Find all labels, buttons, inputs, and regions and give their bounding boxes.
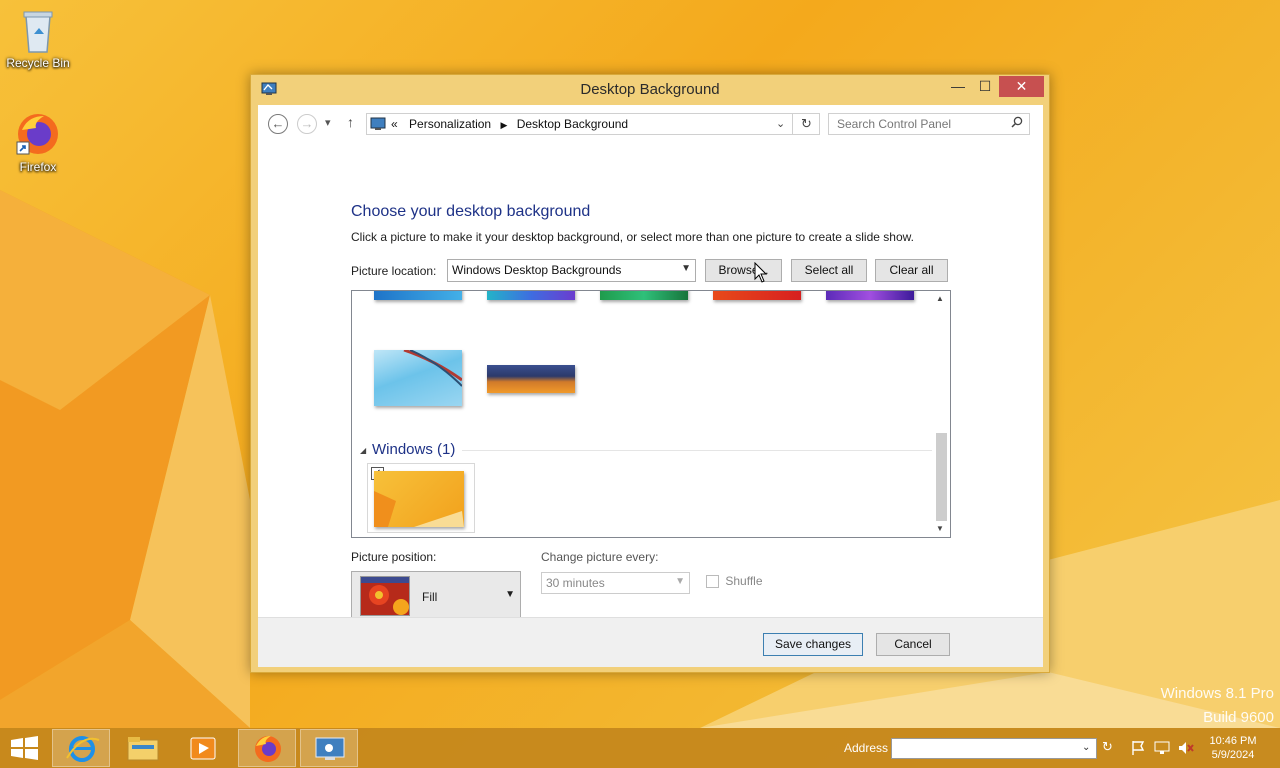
os-watermark-edition: Windows 8.1 Pro <box>1160 685 1274 702</box>
search-placeholder: Search Control Panel <box>837 117 952 131</box>
breadcrumb: « Personalization ▶ Desktop Background <box>391 117 628 131</box>
shuffle-label: Shuffle <box>725 574 763 588</box>
desktop-icon-firefox[interactable]: Firefox <box>2 110 74 174</box>
breadcrumb-separator-icon: ▶ <box>500 120 508 130</box>
scrollbar-thumb[interactable] <box>936 433 947 521</box>
action-center-flag-icon[interactable] <box>1130 740 1146 759</box>
internet-explorer-icon <box>66 736 100 762</box>
close-button[interactable]: ✕ <box>999 76 1044 97</box>
dialog-footer: Save changes Cancel <box>258 617 1043 667</box>
page-description: Click a picture to make it your desktop … <box>351 230 914 244</box>
search-input[interactable]: Search Control Panel <box>828 113 1030 135</box>
scroll-up-icon[interactable]: ▲ <box>936 294 944 303</box>
group-header-windows[interactable]: Windows (1) <box>372 441 455 458</box>
picture-location-value: Windows Desktop Backgrounds <box>452 263 622 277</box>
up-button[interactable]: ↑ <box>347 114 354 130</box>
scroll-down-icon[interactable]: ▼ <box>936 524 944 533</box>
collapse-group-icon[interactable]: ◢ <box>360 446 366 455</box>
address-bar[interactable]: « Personalization ▶ Desktop Background ⌄… <box>366 113 820 135</box>
chevron-down-icon: ▼ <box>505 589 515 600</box>
title-bar[interactable]: Desktop Background — ☐ ✕ <box>251 75 1049 105</box>
recent-locations-button[interactable]: ▾ <box>325 116 331 129</box>
picture-list[interactable]: ◢ Windows (1) ✓ ▲ ▼ <box>351 290 951 538</box>
search-icon[interactable] <box>1011 116 1023 131</box>
back-button[interactable]: ← <box>268 114 288 134</box>
change-picture-value: 30 minutes <box>546 576 605 590</box>
picture-position-dropdown[interactable]: Fill ▼ <box>351 571 521 621</box>
address-dropdown-icon[interactable]: ⌄ <box>776 117 785 130</box>
navigation-bar: ← → ▾ ↑ « Personalization ▶ Desktop Back… <box>258 105 1043 143</box>
cancel-button[interactable]: Cancel <box>876 633 950 656</box>
picture-position-label: Picture position: <box>351 550 437 564</box>
control-panel-icon <box>370 117 386 134</box>
taskbar-media-player[interactable] <box>174 729 232 767</box>
taskbar-control-panel[interactable] <box>300 729 358 767</box>
desktop-background-window: Desktop Background — ☐ ✕ ← → ▾ ↑ « Perso… <box>250 74 1050 673</box>
select-all-button[interactable]: Select all <box>791 259 867 282</box>
shuffle-option[interactable]: Shuffle <box>706 574 763 589</box>
clock-date: 5/9/2024 <box>1211 749 1255 761</box>
picture-position-value: Fill <box>422 590 438 604</box>
window-title: Desktop Background <box>580 81 720 98</box>
window-content: ← → ▾ ↑ « Personalization ▶ Desktop Back… <box>258 105 1043 667</box>
wallpaper-thumbnail[interactable] <box>374 350 462 406</box>
wallpaper-thumbnail[interactable] <box>826 291 914 300</box>
start-button[interactable] <box>0 729 50 767</box>
wallpaper-thumbnail[interactable] <box>713 291 801 300</box>
taskbar-firefox[interactable] <box>238 729 296 767</box>
shuffle-checkbox[interactable] <box>706 575 719 589</box>
vertical-scrollbar[interactable]: ▲ ▼ <box>933 291 950 537</box>
maximize-button[interactable]: ☐ <box>972 76 998 97</box>
os-watermark-build: Build 9600 <box>1203 709 1274 726</box>
change-picture-dropdown[interactable]: 30 minutes ▼ <box>541 572 690 594</box>
clear-all-button[interactable]: Clear all <box>875 259 948 282</box>
wallpaper-thumbnail <box>374 471 464 527</box>
taskbar-internet-explorer[interactable] <box>52 729 110 767</box>
picture-position-preview <box>360 576 410 616</box>
wallpaper-thumbnail[interactable] <box>487 365 575 393</box>
chevron-down-icon[interactable]: ⌄ <box>1082 742 1090 753</box>
recycle-bin-icon <box>14 6 62 54</box>
chevron-down-icon: ▼ <box>675 576 685 587</box>
start-icon <box>11 736 38 760</box>
address-go-icon[interactable]: ↻ <box>1102 739 1113 755</box>
chevron-down-icon: ▼ <box>681 263 691 274</box>
picture-location-label: Picture location: <box>351 264 437 278</box>
breadcrumb-prefix[interactable]: « <box>391 117 398 131</box>
save-changes-button[interactable]: Save changes <box>763 633 863 656</box>
selected-wallpaper-tile[interactable]: ✓ <box>367 463 475 533</box>
taskbar: Address ⌄ ↻ 10:46 PM 5/9/2024 <box>0 728 1280 768</box>
page-title: Choose your desktop background <box>351 203 591 220</box>
speaker-muted-icon[interactable] <box>1178 740 1194 759</box>
control-panel-icon <box>315 737 345 760</box>
breadcrumb-personalization[interactable]: Personalization <box>409 117 491 131</box>
desktop-icon-label: Recycle Bin <box>6 56 70 70</box>
clock-time: 10:46 PM <box>1209 735 1257 747</box>
wallpaper-thumbnail[interactable] <box>487 291 575 300</box>
file-explorer-icon <box>127 737 159 761</box>
address-toolbar-label: Address <box>844 741 889 755</box>
group-divider <box>462 450 932 451</box>
refresh-button[interactable]: ↻ <box>792 114 820 134</box>
picture-location-dropdown[interactable]: Windows Desktop Backgrounds ▼ <box>447 259 696 282</box>
wallpaper-thumbnail[interactable] <box>374 291 462 300</box>
mouse-cursor-icon <box>754 261 768 287</box>
wallpaper-thumbnail[interactable] <box>600 291 688 300</box>
taskbar-file-explorer[interactable] <box>114 729 172 767</box>
address-toolbar-input[interactable]: ⌄ <box>891 738 1097 759</box>
firefox-icon <box>14 110 62 158</box>
minimize-button[interactable]: — <box>945 76 971 97</box>
firefox-icon <box>255 736 281 762</box>
forward-button[interactable]: → <box>297 114 317 134</box>
system-clock[interactable]: 10:46 PM 5/9/2024 <box>1200 734 1266 762</box>
desktop-icon-recycle-bin[interactable]: Recycle Bin <box>2 6 74 70</box>
media-player-icon <box>190 737 216 760</box>
breadcrumb-desktop-background[interactable]: Desktop Background <box>517 117 628 131</box>
network-icon[interactable] <box>1154 740 1170 759</box>
change-picture-label: Change picture every: <box>541 550 659 564</box>
browse-button[interactable]: Browse... <box>705 259 782 282</box>
desktop-icon-label: Firefox <box>19 160 57 174</box>
